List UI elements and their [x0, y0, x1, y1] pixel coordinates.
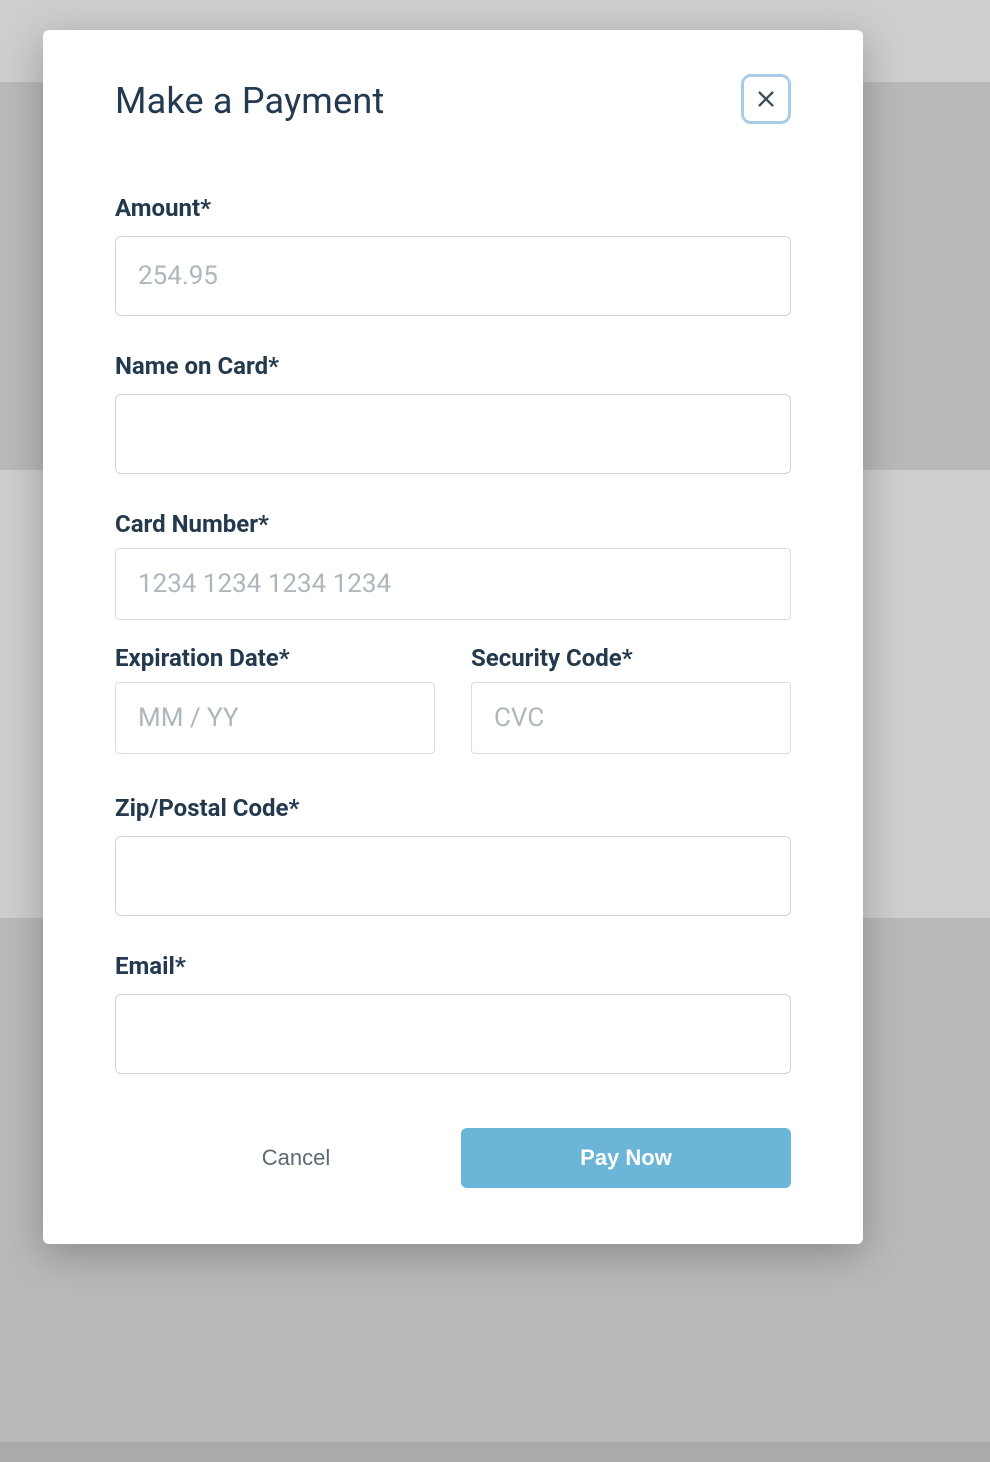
- zip-input[interactable]: [115, 836, 791, 916]
- name-on-card-input[interactable]: [115, 394, 791, 474]
- name-on-card-label: Name on Card*: [115, 352, 791, 380]
- amount-input[interactable]: [115, 236, 791, 316]
- modal-header: Make a Payment: [115, 80, 791, 124]
- amount-label: Amount*: [115, 194, 791, 222]
- card-number-label: Card Number*: [115, 510, 791, 538]
- payment-modal: Make a Payment Amount* Name on Card* Car…: [43, 30, 863, 1244]
- field-email: Email*: [115, 952, 791, 1074]
- field-expiration: Expiration Date*: [115, 644, 435, 754]
- field-name-on-card: Name on Card*: [115, 352, 791, 474]
- background-band: [0, 1442, 990, 1462]
- pay-now-button[interactable]: Pay Now: [461, 1128, 791, 1188]
- card-number-input[interactable]: [115, 548, 791, 620]
- expiration-input[interactable]: [115, 682, 435, 754]
- card-details-group: Card Number* Expiration Date* Security C…: [115, 510, 791, 778]
- field-security-code: Security Code*: [471, 644, 791, 754]
- expiration-label: Expiration Date*: [115, 644, 435, 672]
- security-code-label: Security Code*: [471, 644, 791, 672]
- payment-form: Amount* Name on Card* Card Number* Expir…: [115, 194, 791, 1188]
- security-code-input[interactable]: [471, 682, 791, 754]
- email-label: Email*: [115, 952, 791, 980]
- email-input[interactable]: [115, 994, 791, 1074]
- expiry-cvc-row: Expiration Date* Security Code*: [115, 644, 791, 778]
- modal-actions: Cancel Pay Now: [115, 1128, 791, 1188]
- field-zip: Zip/Postal Code*: [115, 794, 791, 916]
- close-icon: [755, 88, 777, 110]
- modal-title: Make a Payment: [115, 80, 384, 122]
- close-button[interactable]: [741, 74, 791, 124]
- zip-label: Zip/Postal Code*: [115, 794, 791, 822]
- cancel-button[interactable]: Cancel: [131, 1128, 461, 1188]
- field-card-number: Card Number*: [115, 510, 791, 620]
- field-amount: Amount*: [115, 194, 791, 316]
